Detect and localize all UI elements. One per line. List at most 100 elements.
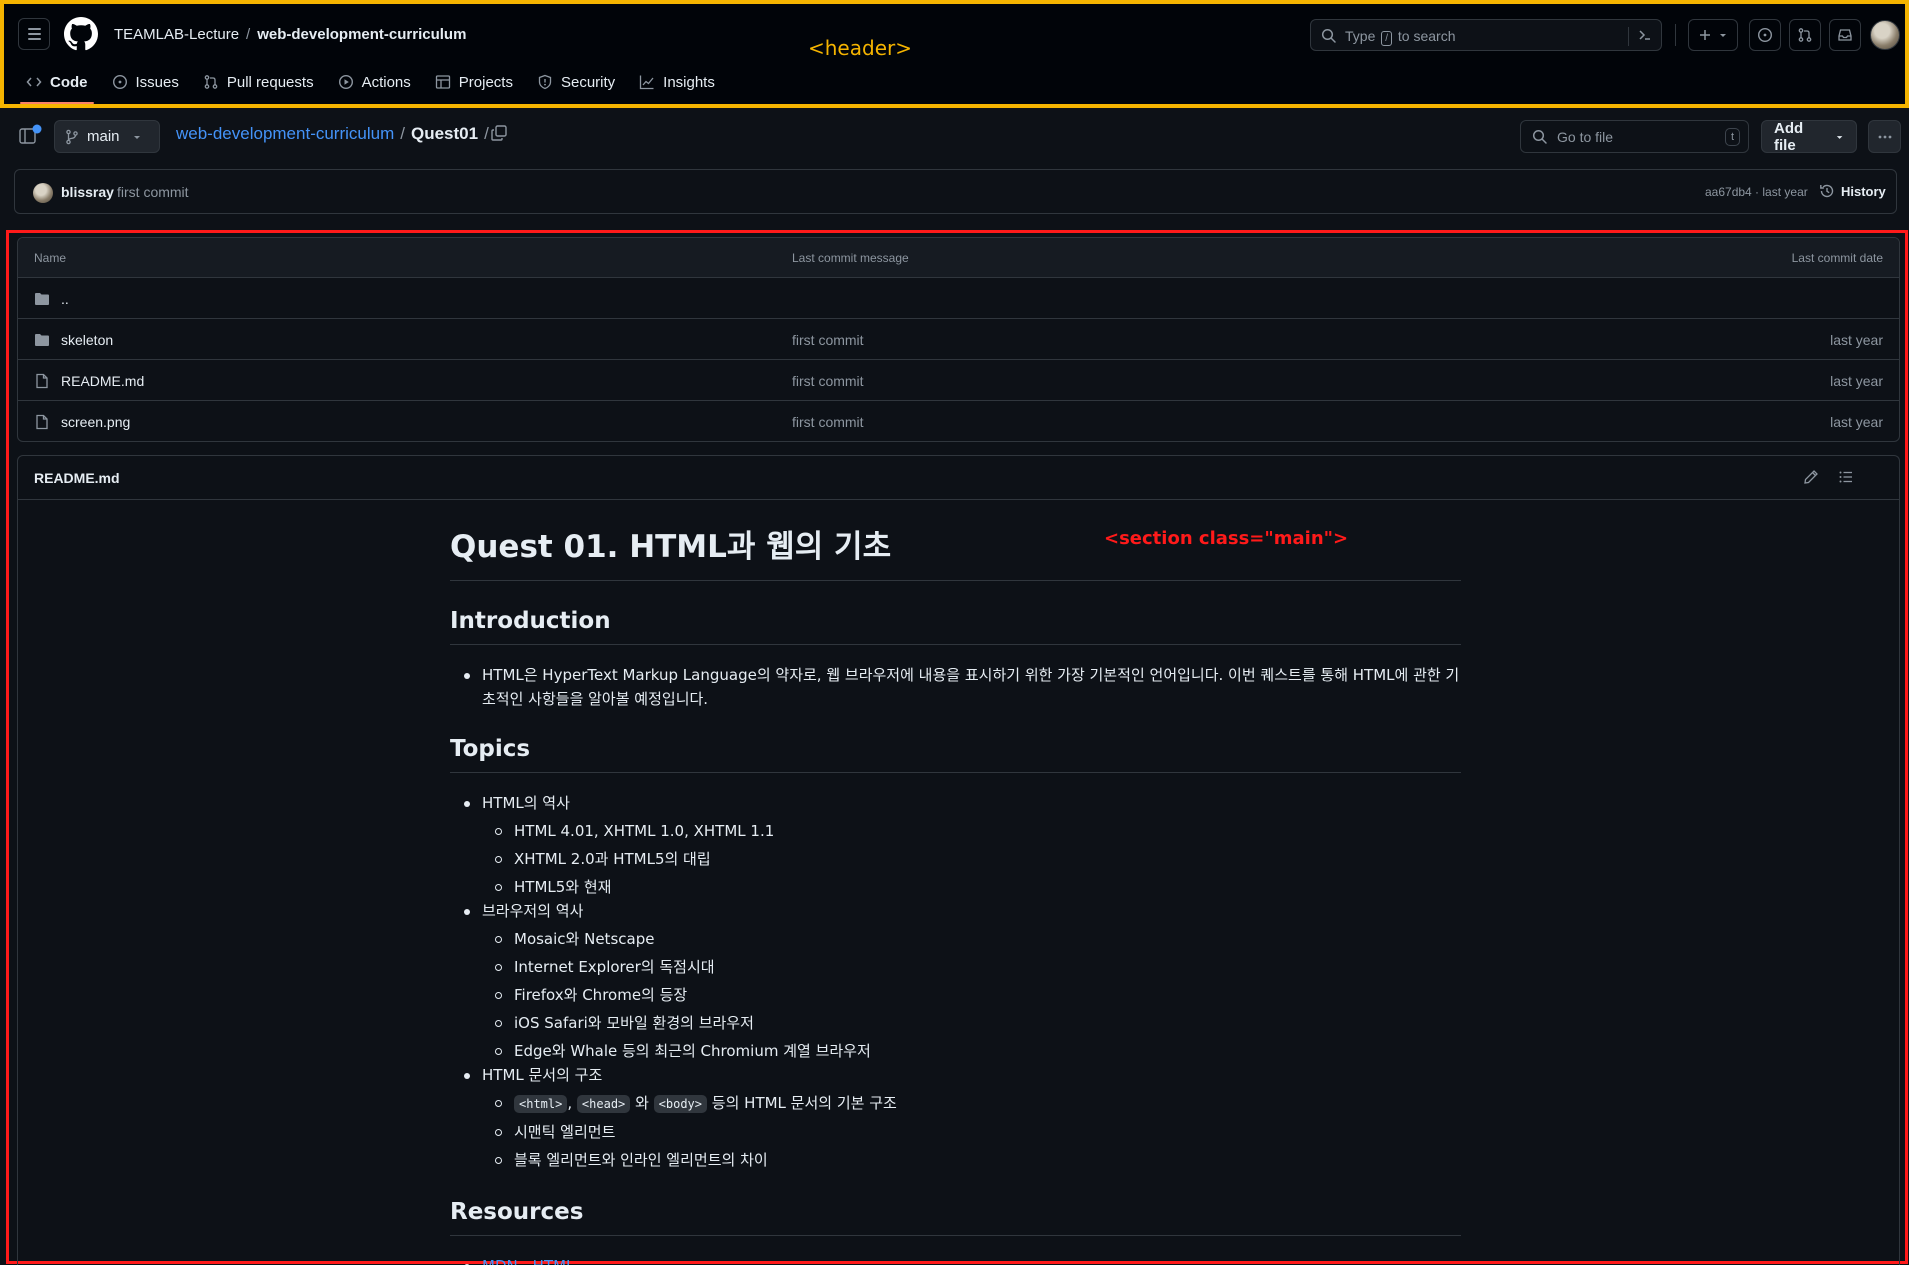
file-row[interactable]: README.md first commit last year [18,360,1899,401]
branch-selector-button[interactable]: main [54,120,160,153]
sub-list-item: HTML5와 현재 [482,875,1461,899]
resources-heading: Resources [450,1198,1461,1236]
file-row[interactable]: screen.png first commit last year [18,401,1899,441]
file-commit-message[interactable]: first commit [792,332,864,348]
more-options-button[interactable] [1868,120,1901,153]
sub-list-item: Edge와 Whale 등의 최근의 Chromium 계열 브라우저 [482,1039,1461,1063]
file-path-breadcrumb: web-development-curriculum / Quest01 / [176,124,495,144]
topic-label: HTML의 역사 [482,794,570,812]
file-table-header: Name Last commit message Last commit dat… [18,238,1899,278]
file-row[interactable]: skeleton first commit last year [18,319,1899,360]
topic-label: 브라우저의 역사 [482,902,584,920]
file-commit-message[interactable]: first commit [792,414,864,430]
search-icon [1532,129,1547,144]
sidebar-toggle-icon[interactable] [18,124,44,148]
add-file-label: Add file [1774,119,1804,154]
topics-heading: Topics [450,735,1461,773]
tab-pull-requests[interactable]: Pull requests [191,66,326,98]
repo-link[interactable]: web-development-curriculum [257,26,466,43]
git-branch-icon [66,129,78,144]
folder-icon [35,334,49,346]
commit-sha-time[interactable]: aa67db4 · last year [1705,185,1808,199]
latest-commit-bar: blissray first commit aa67db4 · last yea… [14,169,1897,214]
list-item: MDN - HTML [450,1254,1461,1265]
sub-list-item: 블록 엘리먼트와 인라인 엘리먼트의 차이 [482,1148,1461,1172]
readme-title[interactable]: README.md [34,470,120,486]
search-icon [1321,28,1336,43]
conjunction: 와 [635,1094,649,1112]
author-avatar[interactable] [33,183,53,203]
commit-message[interactable]: first commit [117,184,189,200]
issues-button[interactable] [1749,19,1781,51]
parent-directory-link[interactable]: .. [61,291,69,307]
tab-issues[interactable]: Issues [100,66,191,98]
command-palette-icon[interactable] [1628,27,1653,46]
tab-label: Insights [663,73,715,91]
owner-link[interactable]: TEAMLAB-Lecture [114,26,239,43]
history-button[interactable]: History [1819,183,1886,199]
tab-label: Projects [458,73,513,91]
sub-list-item: iOS Safari와 모바일 환경의 브라우저 [482,1011,1461,1035]
inbox-icon [1838,29,1852,41]
tab-security[interactable]: Security [525,66,627,98]
pull-request-icon [1798,28,1812,42]
sub-list-item: Mosaic와 Netscape [482,927,1461,951]
tab-actions[interactable]: Actions [326,66,423,98]
create-new-button[interactable] [1688,19,1738,51]
file-name-link[interactable]: README.md [61,373,144,389]
tab-label: Issues [135,73,179,91]
issue-icon [112,74,127,90]
table-icon [435,75,450,89]
column-date-header: Last commit date [1791,251,1883,265]
list-item: HTML 문서의 구조 <html>, <head> 와 <body> 등의 H… [450,1063,1461,1172]
readme-header: README.md [18,456,1899,500]
sub-list-item: Firefox와 Chrome의 등장 [482,983,1461,1007]
path-trailing-separator: / [484,124,489,143]
tab-insights[interactable]: Insights [627,66,727,98]
pencil-icon[interactable] [1803,469,1819,485]
tab-projects[interactable]: Projects [423,66,525,98]
file-name-link[interactable]: screen.png [61,414,130,430]
commit-author[interactable]: blissray [61,184,114,200]
inline-code: <head> [576,1095,631,1113]
resource-link[interactable]: MDN - HTML [482,1257,574,1265]
sub-list-item: XHTML 2.0과 HTML5의 대립 [482,847,1461,871]
user-avatar[interactable] [1870,20,1900,50]
plus-icon [1700,30,1710,40]
inline-code: <body> [653,1095,708,1113]
list-item: 브라우저의 역사 Mosaic와 Netscape Internet Explo… [450,899,1461,1063]
inline-code: <html> [514,1095,568,1113]
pull-requests-button[interactable] [1789,19,1821,51]
column-message-header: Last commit message [792,251,909,265]
file-commit-date: last year [1830,373,1883,389]
file-commit-message[interactable]: first commit [792,373,864,389]
pull-request-icon [204,75,218,89]
punctuation: , [567,1094,573,1112]
add-file-button[interactable]: Add file [1761,119,1857,154]
introduction-list: HTML은 HyperText Markup Language의 약자로, 웹 … [450,663,1461,711]
github-logo-icon[interactable] [64,17,98,51]
readme-heading: Quest 01. HTML과 웹의 기초 [450,528,1461,581]
tab-label: Security [560,73,616,91]
inbox-button[interactable] [1829,19,1861,51]
shield-icon [538,74,552,90]
search-input[interactable]: Type / to search [1310,19,1662,51]
history-label: History [1841,183,1886,199]
header-divider [1675,24,1676,46]
go-to-file-key-hint: t [1724,128,1740,146]
file-icon [36,373,48,389]
global-header: TEAMLAB-Lecture / web-development-curricul… [0,0,1909,108]
list-unordered-icon[interactable] [1838,469,1854,485]
tab-code[interactable]: Code [14,66,100,104]
go-to-file-placeholder: Go to file [1557,129,1614,145]
copy-path-icon[interactable] [490,124,508,142]
go-to-file-input[interactable]: Go to file t [1520,120,1749,153]
hamburger-menu-button[interactable] [18,18,50,50]
sub-list-item: <html>, <head> 와 <body> 등의 HTML 문서의 기본 구… [482,1091,1461,1116]
repo-nav: Code Issues Pull requests Actions Projec… [14,66,727,104]
tab-label: Pull requests [226,73,314,91]
parent-directory-row[interactable]: .. [18,278,1899,319]
path-repo-link[interactable]: web-development-curriculum [176,124,394,144]
file-name-link[interactable]: skeleton [61,332,113,348]
list-item: HTML은 HyperText Markup Language의 약자로, 웹 … [450,663,1461,711]
